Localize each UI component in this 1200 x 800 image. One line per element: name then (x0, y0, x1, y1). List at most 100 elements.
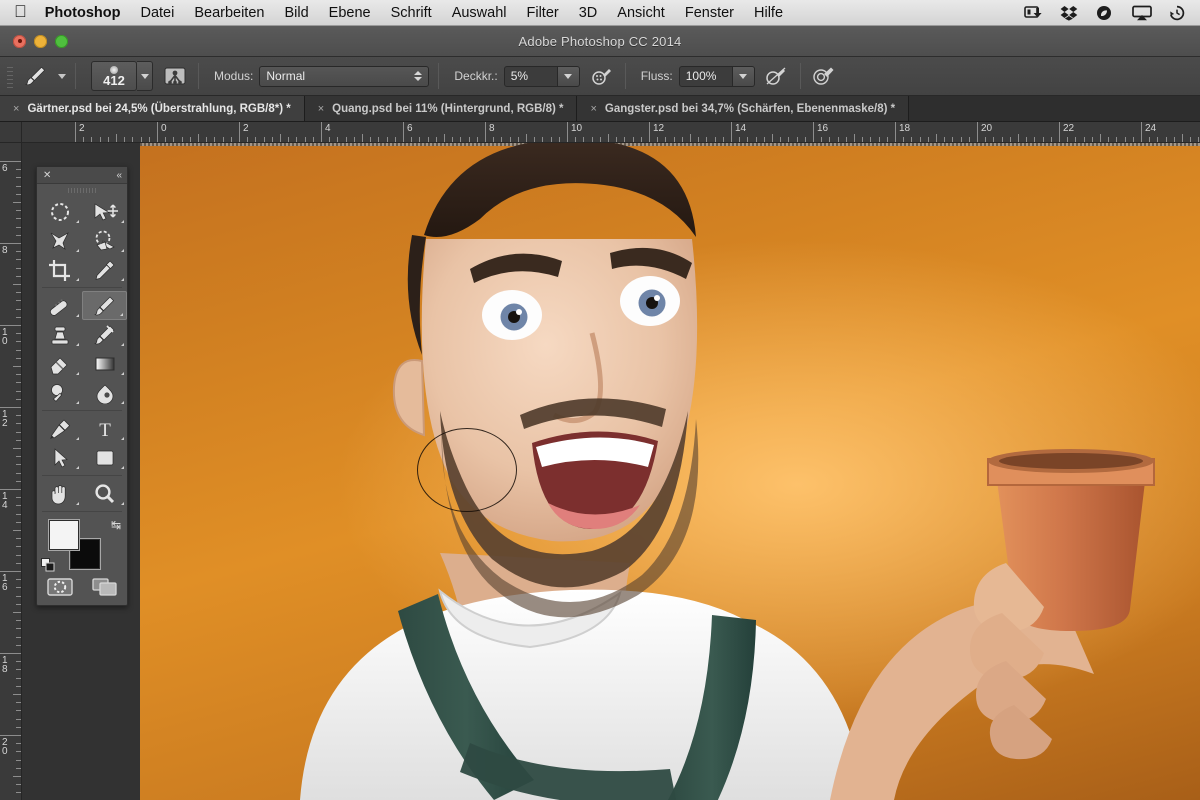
brush-size-chevron-down-icon[interactable] (137, 61, 153, 91)
path-selection-tool[interactable] (37, 443, 82, 472)
ruler-tick-minor (16, 513, 21, 515)
flow-value[interactable]: 100% (678, 65, 733, 87)
document-tab-gartner[interactable]: × Gärtner.psd bei 24,5% (Überstrahlung, … (0, 96, 305, 121)
tools-panel-grip[interactable] (37, 184, 127, 196)
ruler-tick-minor (1157, 137, 1159, 142)
blur-tool[interactable] (82, 378, 127, 407)
history-brush-tool[interactable] (82, 320, 127, 349)
ruler-tick-minor (312, 137, 314, 142)
swap-colors-icon[interactable]: ↹ (111, 518, 121, 532)
quick-mask-icon[interactable] (46, 578, 73, 596)
document-canvas[interactable] (140, 143, 1200, 800)
airplay-icon[interactable] (1132, 5, 1152, 21)
ruler-tick-minor (337, 137, 339, 142)
ruler-tick-major (0, 735, 21, 736)
opacity-value[interactable]: 5% (503, 65, 558, 87)
polygonal-lasso-tool[interactable] (37, 226, 82, 255)
tool-preset-picker[interactable] (18, 63, 66, 89)
ruler-tick-minor (1108, 137, 1110, 142)
double-chevron-left-icon[interactable]: « (116, 170, 121, 181)
menu-item-hilfe[interactable]: Hilfe (754, 5, 783, 21)
screen-capture-icon[interactable] (1024, 5, 1044, 21)
gradient-tool[interactable] (82, 349, 127, 378)
menu-item-schrift[interactable]: Schrift (391, 5, 432, 21)
photoshop-window:  Photoshop Datei Bearbeiten Bild Ebene … (0, 0, 1200, 800)
ruler-tick-minor (13, 530, 21, 531)
pressure-opacity-icon[interactable] (588, 63, 616, 89)
ruler-corner[interactable] (0, 122, 22, 143)
quick-selection-tool[interactable] (82, 226, 127, 255)
ruler-tick-minor (16, 759, 21, 761)
hand-tool[interactable] (37, 479, 82, 508)
document-tab-quang[interactable]: × Quang.psd bei 11% (Hintergrund, RGB/8)… (304, 96, 578, 121)
move-tool[interactable] (82, 197, 127, 226)
menu-item-ansicht[interactable]: Ansicht (617, 5, 665, 21)
elliptical-marquee-tool[interactable] (37, 197, 82, 226)
tool-preset-chevron-down-icon[interactable] (58, 73, 66, 79)
menu-item-photoshop[interactable]: Photoshop (45, 5, 121, 21)
foreground-color-swatch[interactable] (49, 520, 79, 550)
document-tab-label: Gärtner.psd bei 24,5% (Überstrahlung, RG… (27, 102, 291, 115)
eyedropper-tool[interactable] (82, 255, 127, 284)
brush-size-picker[interactable]: 412 (79, 61, 153, 91)
document-tab-gangster[interactable]: × Gangster.psd bei 34,7% (Schärfen, Eben… (577, 96, 910, 121)
eraser-tool[interactable] (37, 349, 82, 378)
ruler-tick-minor (1018, 134, 1019, 142)
document-tab-label: Gangster.psd bei 34,7% (Schärfen, Ebenen… (604, 102, 896, 115)
close-tab-icon[interactable]: × (13, 103, 19, 115)
ruler-tick-minor (16, 308, 21, 310)
close-tab-icon[interactable]: × (590, 103, 596, 115)
flow-chevron-down-icon[interactable] (732, 65, 755, 87)
default-colors-icon[interactable] (41, 558, 55, 572)
tools-panel-header[interactable]: ✕ « (37, 167, 127, 184)
ruler-tick-major (157, 122, 158, 142)
brush-preview[interactable]: 412 (91, 61, 137, 91)
crop-tool[interactable] (37, 255, 82, 284)
rectangle-tool[interactable] (82, 443, 127, 472)
dodge-tool[interactable] (37, 378, 82, 407)
brush-tool[interactable] (81, 291, 127, 320)
menu-item-bild[interactable]: Bild (284, 5, 308, 21)
healing-brush-tool[interactable] (37, 291, 82, 320)
ruler-tick-minor (985, 137, 987, 142)
menu-item-fenster[interactable]: Fenster (685, 5, 734, 21)
ruler-tick-minor (16, 784, 21, 786)
options-separator-5 (799, 63, 801, 89)
menu-item-3d[interactable]: 3D (579, 5, 598, 21)
menu-item-bearbeiten[interactable]: Bearbeiten (194, 5, 264, 21)
time-machine-icon[interactable] (1168, 5, 1188, 21)
ruler-tick-minor (747, 137, 749, 142)
ruler-tick-minor (1132, 137, 1134, 142)
close-tab-icon[interactable]: × (318, 103, 324, 115)
dropbox-icon[interactable] (1060, 5, 1080, 21)
brush-panel-toggle[interactable] (161, 63, 189, 89)
svg-text:T: T (99, 420, 111, 440)
options-bar-grip[interactable] (4, 61, 16, 91)
blend-mode-select[interactable]: Normal (259, 65, 430, 87)
ruler-tick-minor (16, 292, 21, 294)
menu-item-ebene[interactable]: Ebene (329, 5, 371, 21)
zoom-tool[interactable] (82, 479, 127, 508)
type-tool[interactable]: T (82, 414, 127, 443)
menu-item-auswahl[interactable]: Auswahl (452, 5, 507, 21)
menu-item-filter[interactable]: Filter (527, 5, 559, 21)
flow-control[interactable]: 100% (678, 65, 755, 87)
airbrush-icon[interactable] (763, 63, 791, 89)
opacity-control[interactable]: 5% (503, 65, 580, 87)
vertical-ruler[interactable]: 6 8 1 0 1 2 1 4 1 6 1 8 2 0 (0, 143, 22, 800)
pressure-size-icon[interactable] (810, 63, 838, 89)
opacity-chevron-down-icon[interactable] (557, 65, 580, 87)
options-separator-3 (438, 63, 440, 89)
apple-icon[interactable]:  (14, 3, 27, 20)
ruler-tick-minor (419, 137, 421, 142)
screen-mode-icon[interactable] (91, 578, 118, 596)
close-icon[interactable]: ✕ (43, 170, 51, 181)
ruler-tick-minor (599, 137, 601, 142)
menu-item-datei[interactable]: Datei (140, 5, 174, 21)
clone-stamp-tool[interactable] (37, 320, 82, 349)
pen-tool[interactable] (37, 414, 82, 443)
horizontal-ruler[interactable]: 2 0 2 4 6 8 10 12 14 16 18 20 22 24 (22, 122, 1200, 143)
canvas-area[interactable] (22, 143, 1200, 800)
tools-panel: ✕ « T ↹ (36, 166, 128, 606)
evernote-icon[interactable] (1096, 5, 1116, 21)
